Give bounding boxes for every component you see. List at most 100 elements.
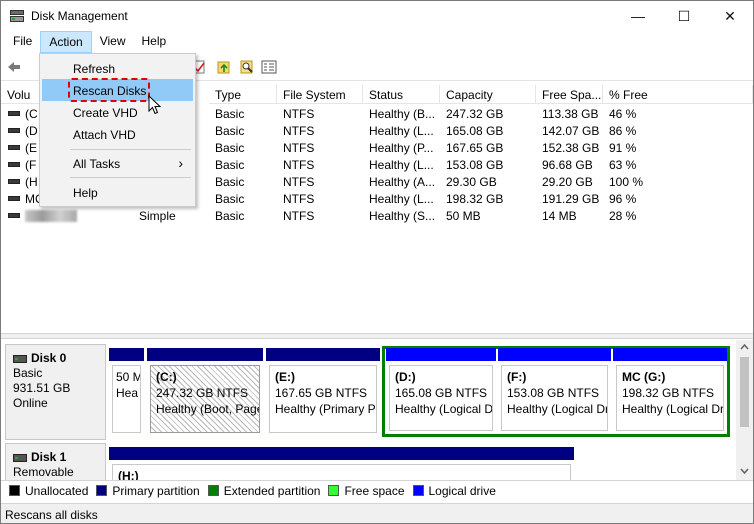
search-icon[interactable] — [239, 59, 255, 75]
mouse-pointer-icon — [148, 95, 162, 115]
menu-item-label: All Tasks — [73, 157, 121, 171]
column-header-type[interactable]: Type — [209, 85, 277, 104]
scroll-down-icon[interactable] — [736, 464, 753, 478]
disk-icon — [13, 354, 27, 363]
column-header-file-system[interactable]: File System — [277, 85, 363, 104]
cell-layout: Simple — [139, 209, 176, 223]
legend-swatch — [96, 485, 108, 496]
window-title: Disk Management — [31, 9, 128, 23]
legend-swatch — [207, 485, 219, 496]
maximize-button[interactable]: ☐ — [661, 1, 707, 31]
cell-percent-free: 28 % — [609, 209, 637, 223]
scrollbar-thumb[interactable] — [740, 357, 749, 427]
cell-capacity: 50 MB — [446, 209, 481, 223]
scroll-up-icon[interactable] — [736, 340, 753, 354]
column-header-percent-free[interactable]: % Free — [603, 85, 753, 104]
cell-file-system: NTFS — [283, 107, 315, 121]
partition-system-reserved[interactable]: 50 M Hea — [109, 348, 144, 436]
partition-g[interactable]: MC (G:) 198.32 GB NTFS Healthy (Logical … — [613, 348, 727, 434]
disk-0-label[interactable]: Disk 0 Basic 931.51 GB Online — [5, 344, 106, 440]
logical-drive-bar — [498, 348, 611, 361]
partition-status: Healthy (Logical D — [395, 402, 493, 416]
disk-management-window: Disk Management — ☐ ✕ File Action View H… — [0, 0, 754, 524]
close-icon: ✕ — [724, 7, 736, 24]
back-arrow-icon[interactable] — [6, 59, 22, 75]
partition-c[interactable]: (C:) 247.32 GB NTFS Healthy (Boot, Page — [147, 348, 263, 436]
column-header-capacity[interactable]: Capacity — [440, 85, 536, 104]
disk-1-label[interactable]: Disk 1 Removable — [5, 443, 106, 480]
menu-view[interactable]: View — [92, 31, 134, 53]
cell-type: Basic — [215, 158, 245, 172]
cell-file-system: NTFS — [283, 158, 315, 172]
menu-item-all-tasks[interactable]: All Tasks › — [42, 152, 193, 174]
disk-graphical-view: Disk 0 Basic 931.51 GB Online 50 M Hea (… — [1, 340, 753, 480]
primary-partition-bar — [147, 348, 263, 361]
cell-free-space: 191.29 GB — [542, 192, 600, 206]
partition-d[interactable]: (D:) 165.08 GB NTFS Healthy (Logical D — [386, 348, 496, 434]
redacted-volume-name — [25, 210, 77, 222]
volume-icon — [8, 128, 20, 133]
cell-volume: (D — [25, 124, 38, 138]
cell-capacity: 247.32 GB — [446, 107, 504, 121]
partition-status: Hea — [116, 386, 139, 400]
partition-body: (H:) — [112, 464, 571, 480]
menu-file[interactable]: File — [5, 31, 40, 53]
disk-management-app-icon — [10, 10, 24, 22]
disk-state: Online — [13, 396, 48, 410]
cell-capacity: 153.08 GB — [446, 158, 504, 172]
partition-body: (F:) 153.08 GB NTFS Healthy (Logical Dr — [501, 365, 608, 431]
volume-icon — [8, 145, 20, 150]
volume-icon — [8, 179, 20, 184]
partition-label: (H:) — [118, 469, 139, 480]
cell-status: Healthy (L... — [369, 124, 434, 138]
title-bar: Disk Management — ☐ ✕ — [1, 1, 753, 31]
cell-type: Basic — [215, 124, 245, 138]
table-row[interactable]: Simple Basic NTFS Healthy (S... 50 MB 14… — [1, 207, 753, 224]
pane-splitter[interactable] — [1, 333, 753, 339]
menu-action[interactable]: Action — [40, 31, 92, 53]
cell-type: Basic — [215, 209, 245, 223]
cell-status: Healthy (A... — [369, 175, 436, 189]
column-header-free-space[interactable]: Free Spa... — [536, 85, 603, 104]
partition-h[interactable]: (H:) — [109, 447, 574, 480]
removable-disk-icon — [13, 453, 27, 462]
logical-drive-bar — [613, 348, 727, 361]
cell-file-system: NTFS — [283, 175, 315, 189]
cell-volume: (C — [25, 107, 38, 121]
primary-partition-bar — [109, 348, 144, 361]
highlight-annotation — [68, 78, 150, 102]
partition-size: 247.32 GB NTFS — [156, 386, 249, 400]
minimize-button[interactable]: — — [615, 1, 661, 31]
cell-volume: (E — [25, 141, 37, 155]
menu-item-help[interactable]: Help — [42, 181, 193, 203]
partition-e[interactable]: (E:) 167.65 GB NTFS Healthy (Primary P — [266, 348, 380, 436]
partition-body: (D:) 165.08 GB NTFS Healthy (Logical D — [389, 365, 493, 431]
close-button[interactable]: ✕ — [707, 1, 753, 31]
cell-status: Healthy (S... — [369, 209, 436, 223]
partition-size: 198.32 GB NTFS — [622, 386, 715, 400]
minimize-icon: — — [631, 8, 645, 24]
new-folder-icon[interactable] — [216, 59, 232, 75]
disk-size: 931.51 GB — [13, 381, 71, 395]
cell-status: Healthy (L... — [369, 158, 434, 172]
cell-percent-free: 100 % — [609, 175, 644, 189]
volume-icon — [8, 111, 20, 116]
column-header-status[interactable]: Status — [363, 85, 440, 104]
primary-partition-bar — [109, 447, 574, 460]
menu-separator — [70, 177, 191, 178]
properties-icon[interactable] — [261, 59, 277, 75]
submenu-arrow-icon: › — [178, 155, 183, 171]
disk-type: Basic — [13, 366, 43, 380]
menu-item-create-vhd[interactable]: Create VHD — [42, 101, 193, 123]
legend-entry: Logical drive — [412, 484, 496, 498]
maximize-icon: ☐ — [677, 7, 691, 24]
partition-status: Healthy (Logical Dr — [622, 402, 724, 416]
menu-item-refresh[interactable]: Refresh — [42, 57, 193, 79]
menu-item-attach-vhd[interactable]: Attach VHD — [42, 123, 193, 145]
menu-separator — [70, 149, 191, 150]
partition-f[interactable]: (F:) 153.08 GB NTFS Healthy (Logical Dr — [498, 348, 611, 434]
legend-entry: Free space — [328, 484, 405, 498]
cell-type: Basic — [215, 141, 245, 155]
cell-free-space: 29.20 GB — [542, 175, 593, 189]
menu-help[interactable]: Help — [134, 31, 175, 53]
